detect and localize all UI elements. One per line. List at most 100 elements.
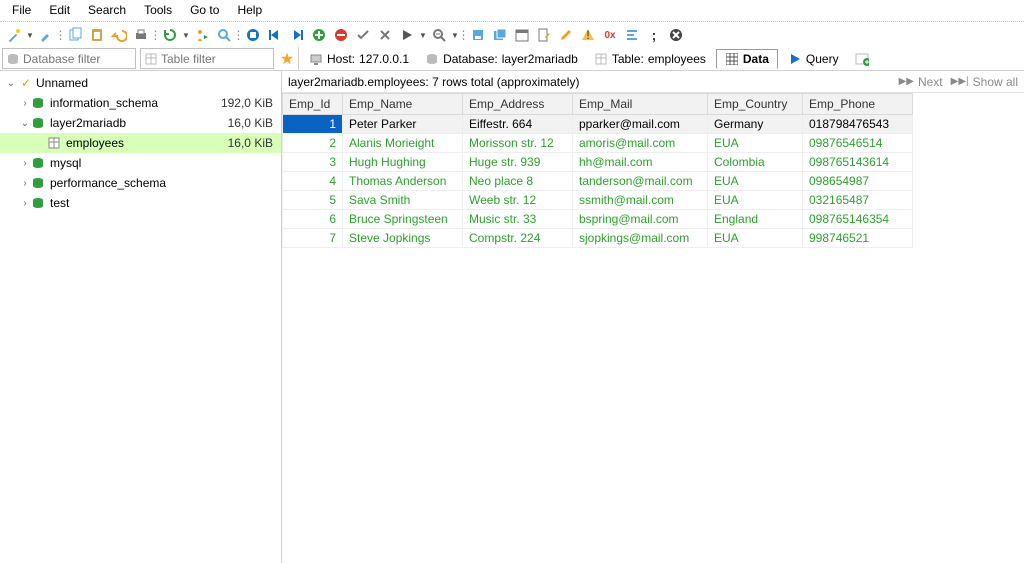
menu-edit[interactable]: Edit (41, 1, 78, 19)
cell[interactable]: Hugh Hughing (343, 153, 463, 172)
skip-last-icon[interactable] (287, 25, 307, 45)
database-crumb[interactable]: Database: layer2mariadb (419, 50, 584, 68)
col-header[interactable]: Emp_Id (283, 94, 343, 115)
cell[interactable]: amoris@mail.com (573, 134, 708, 153)
col-header[interactable]: Emp_Name (343, 94, 463, 115)
skip-first-icon[interactable] (265, 25, 285, 45)
plus-icon[interactable] (309, 25, 329, 45)
warning-icon[interactable]: ! (578, 25, 598, 45)
tree-db[interactable]: › information_schema 192,0 KiB (0, 93, 281, 113)
table-row[interactable]: 6Bruce SpringsteenMusic str. 33bspring@m… (283, 210, 913, 229)
dropdown-icon[interactable]: ▼ (419, 25, 427, 45)
menu-file[interactable]: File (4, 1, 39, 19)
cell[interactable]: Neo place 8 (463, 172, 573, 191)
cell[interactable]: hh@mail.com (573, 153, 708, 172)
collapse-icon[interactable]: ⌄ (4, 78, 18, 89)
cell[interactable]: tanderson@mail.com (573, 172, 708, 191)
menu-help[interactable]: Help (229, 1, 270, 19)
cell[interactable]: Thomas Anderson (343, 172, 463, 191)
table-row[interactable]: 1Peter ParkerEiffestr. 664pparker@mail.c… (283, 115, 913, 134)
zoom-icon[interactable] (429, 25, 449, 45)
next-button[interactable]: ▶▶ Next (899, 75, 943, 89)
cell[interactable]: Bruce Springsteen (343, 210, 463, 229)
table-row[interactable]: 2Alanis MorieightMorisson str. 12amoris@… (283, 134, 913, 153)
cell[interactable]: 098765146354 (803, 210, 913, 229)
cell[interactable]: 1 (283, 115, 343, 134)
col-header[interactable]: Emp_Address (463, 94, 573, 115)
expand-icon[interactable]: › (18, 178, 32, 189)
cell[interactable]: Morisson str. 12 (463, 134, 573, 153)
favorite-star-icon[interactable]: ★ (276, 47, 298, 70)
wand-icon[interactable] (4, 25, 24, 45)
undo-icon[interactable] (109, 25, 129, 45)
cell[interactable]: 6 (283, 210, 343, 229)
table-row[interactable]: 4Thomas AndersonNeo place 8tanderson@mai… (283, 172, 913, 191)
cell[interactable]: 032165487 (803, 191, 913, 210)
cell[interactable]: EUA (708, 134, 803, 153)
doc-edit-icon[interactable] (534, 25, 554, 45)
table-crumb[interactable]: Table: employees (588, 50, 712, 68)
cell[interactable]: Alanis Morieight (343, 134, 463, 153)
col-header[interactable]: Emp_Country (708, 94, 803, 115)
hex-icon[interactable]: 0x (600, 25, 620, 45)
cell[interactable]: Sava Smith (343, 191, 463, 210)
cell[interactable]: Peter Parker (343, 115, 463, 134)
dropdown-icon[interactable]: ▼ (26, 25, 34, 45)
menu-goto[interactable]: Go to (182, 1, 227, 19)
cell[interactable]: Music str. 33 (463, 210, 573, 229)
check-icon[interactable] (353, 25, 373, 45)
show-all-button[interactable]: ▶▶| Show all (951, 75, 1018, 89)
stop-icon[interactable] (243, 25, 263, 45)
cell[interactable]: EUA (708, 229, 803, 248)
table-row[interactable]: 7Steve JopkingsCompstr. 224sjopkings@mai… (283, 229, 913, 248)
tree-db[interactable]: › performance_schema (0, 173, 281, 193)
table-row[interactable]: 3Hugh HughingHuge str. 939hh@mail.comCol… (283, 153, 913, 172)
expand-icon[interactable]: › (18, 158, 32, 169)
magnify-icon[interactable] (214, 25, 234, 45)
cell[interactable]: bspring@mail.com (573, 210, 708, 229)
reformat-icon[interactable] (622, 25, 642, 45)
expand-icon[interactable]: › (18, 198, 32, 209)
collapse-icon[interactable]: ⌄ (18, 118, 32, 129)
data-grid[interactable]: Emp_Id Emp_Name Emp_Address Emp_Mail Emp… (282, 93, 1024, 563)
play-icon[interactable] (397, 25, 417, 45)
host-crumb[interactable]: Host: 127.0.0.1 (303, 50, 415, 68)
semicolon-icon[interactable]: ; (644, 25, 664, 45)
cell[interactable]: EUA (708, 191, 803, 210)
menu-search[interactable]: Search (80, 1, 134, 19)
cell[interactable]: England (708, 210, 803, 229)
tree-root[interactable]: ⌄ ✓ Unnamed (0, 73, 281, 93)
cell[interactable]: 09876546514 (803, 134, 913, 153)
database-filter-input[interactable] (2, 48, 136, 69)
eyedropper-icon[interactable] (36, 25, 56, 45)
copy-icon[interactable] (65, 25, 85, 45)
database-tree[interactable]: ⌄ ✓ Unnamed › information_schema 192,0 K… (0, 71, 282, 563)
dropdown-icon[interactable]: ▼ (182, 25, 190, 45)
user-run-icon[interactable] (192, 25, 212, 45)
cell[interactable]: Huge str. 939 (463, 153, 573, 172)
cell[interactable]: pparker@mail.com (573, 115, 708, 134)
tree-db[interactable]: › test (0, 193, 281, 213)
cell[interactable]: Colombia (708, 153, 803, 172)
tree-table[interactable]: employees 16,0 KiB (0, 133, 281, 153)
cell[interactable]: Weeb str. 12 (463, 191, 573, 210)
cell[interactable]: Germany (708, 115, 803, 134)
save-all-icon[interactable] (490, 25, 510, 45)
col-header[interactable]: Emp_Phone (803, 94, 913, 115)
menu-tools[interactable]: Tools (136, 1, 180, 19)
table-row[interactable]: 5Sava SmithWeeb str. 12ssmith@mail.comEU… (283, 191, 913, 210)
cell[interactable]: 098654987 (803, 172, 913, 191)
calendar-icon[interactable] (512, 25, 532, 45)
close-icon[interactable] (666, 25, 686, 45)
tab-data[interactable]: Data (716, 49, 778, 69)
tree-db[interactable]: ⌄ layer2mariadb 16,0 KiB (0, 113, 281, 133)
tree-db[interactable]: › mysql (0, 153, 281, 173)
cell[interactable]: 5 (283, 191, 343, 210)
tab-add[interactable] (849, 50, 875, 68)
paste-icon[interactable] (87, 25, 107, 45)
cell[interactable]: sjopkings@mail.com (573, 229, 708, 248)
x-icon[interactable] (375, 25, 395, 45)
cell[interactable]: ssmith@mail.com (573, 191, 708, 210)
refresh-icon[interactable] (160, 25, 180, 45)
minus-icon[interactable] (331, 25, 351, 45)
